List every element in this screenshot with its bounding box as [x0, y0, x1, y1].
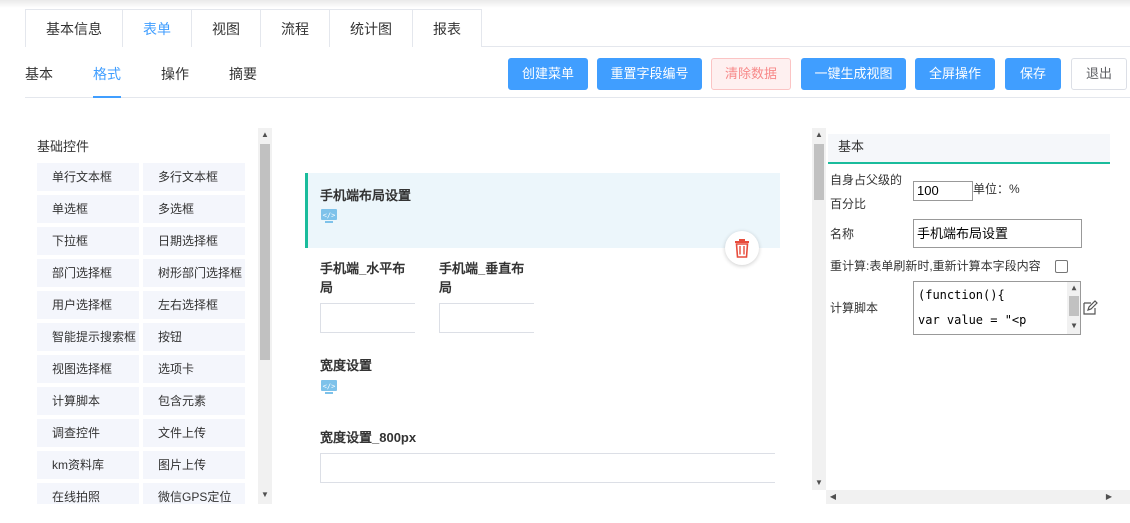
name-input[interactable]: 手机端布局设置	[913, 219, 1082, 248]
scrollbar-thumb[interactable]	[260, 144, 270, 360]
svg-text:</>: </>	[323, 212, 336, 220]
recalc-label: 重计算:表单刷新时,重新计算本字段内容	[830, 259, 1041, 273]
trash-icon	[735, 239, 749, 258]
palette-item[interactable]: 选项卡	[143, 355, 245, 383]
script-line-2: var value = "<p	[918, 313, 1027, 327]
form-canvas: 手机端布局设置 </> 手机端_水平布 局 手机端_垂直布 局 宽度设置 </>…	[290, 128, 805, 504]
clear-data-button[interactable]: 清除数据	[711, 58, 791, 90]
palette-item[interactable]: km资料库	[37, 451, 139, 479]
palette-item[interactable]: 微信GPS定位	[143, 483, 245, 504]
control-palette: 基础控件 单行文本框 多行文本框 单选框 多选框 下拉框 日期选择框 部门选择框…	[25, 128, 273, 504]
scroll-right-arrow-icon[interactable]: ▶	[1102, 490, 1116, 504]
mobile-vertical-input[interactable]	[439, 303, 534, 333]
width-800-label: 宽度设置_800px	[320, 430, 417, 445]
percent-label-line1: 自身占父级的	[830, 173, 903, 187]
palette-item[interactable]: 在线拍照	[37, 483, 139, 504]
palette-title: 基础控件	[37, 139, 90, 154]
tab-flow[interactable]: 流程	[260, 9, 330, 47]
percent-label-line2: 百分比	[830, 197, 867, 211]
scroll-down-arrow-icon[interactable]: ▼	[1067, 320, 1080, 332]
palette-item[interactable]: 智能提示搜索框	[37, 323, 139, 351]
recalc-checkbox[interactable]	[1055, 260, 1068, 273]
palette-item[interactable]: 计算脚本	[37, 387, 139, 415]
top-shadow	[0, 0, 1130, 8]
tab-form[interactable]: 表单	[122, 9, 192, 47]
unit-label: 单位：%	[973, 182, 1020, 196]
reset-field-number-button[interactable]: 重置字段编号	[597, 58, 702, 90]
subtab-operation[interactable]: 操作	[161, 56, 189, 98]
palette-item[interactable]: 部门选择框	[37, 259, 139, 287]
palette-item[interactable]: 包含元素	[143, 387, 245, 415]
fullscreen-button[interactable]: 全屏操作	[915, 58, 995, 90]
palette-item[interactable]: 图片上传	[143, 451, 245, 479]
mobile-horizontal-label-line1: 手机端_水平布	[320, 261, 406, 276]
scroll-up-arrow-icon[interactable]: ▲	[812, 128, 826, 142]
name-label: 名称	[830, 227, 855, 241]
main-tabs: 基本信息 表单 视图 流程 统计图 报表	[25, 9, 1130, 47]
svg-text:</>: </>	[323, 383, 336, 391]
palette-scrollbar[interactable]: ▲ ▼	[258, 128, 272, 504]
properties-panel: 基本 自身占父级的 百分比 100 单位：% 名称 手机端布局设置 重计算:表单…	[812, 128, 1130, 504]
palette-item[interactable]: 调查控件	[37, 419, 139, 447]
script-scrollbar[interactable]: ▲ ▼	[1067, 282, 1080, 334]
mobile-vertical-label-line2: 局	[439, 280, 453, 295]
tab-basic-info[interactable]: 基本信息	[25, 9, 123, 47]
save-button[interactable]: 保存	[1005, 58, 1061, 90]
mobile-horizontal-label-line2: 局	[320, 280, 334, 295]
scroll-down-arrow-icon[interactable]: ▼	[258, 488, 272, 502]
tab-report[interactable]: 报表	[412, 9, 482, 47]
palette-item[interactable]: 视图选择框	[37, 355, 139, 383]
subtab-summary[interactable]: 摘要	[229, 56, 257, 98]
palette-item[interactable]: 下拉框	[37, 227, 139, 255]
script-textarea[interactable]: (function(){ var value = "<p ▲ ▼	[913, 281, 1081, 335]
scrollbar-thumb[interactable]	[1069, 296, 1079, 316]
scrollbar-thumb[interactable]	[814, 144, 824, 200]
mobile-horizontal-input[interactable]	[320, 303, 415, 333]
tab-view[interactable]: 视图	[191, 9, 261, 47]
palette-item[interactable]: 单行文本框	[37, 163, 139, 191]
palette-item[interactable]: 用户选择框	[37, 291, 139, 319]
width-800-input[interactable]	[320, 453, 775, 483]
collapse-handle[interactable]	[0, 285, 4, 295]
subtab-basic[interactable]: 基本	[25, 56, 53, 98]
create-menu-button[interactable]: 创建菜单	[508, 58, 588, 90]
props-horizontal-scrollbar[interactable]: ◀ ▶	[826, 490, 1130, 504]
palette-item[interactable]: 树形部门选择框	[143, 259, 245, 287]
scroll-down-arrow-icon[interactable]: ▼	[812, 476, 826, 490]
width-setting-title: 宽度设置	[320, 358, 373, 373]
palette-item[interactable]: 多行文本框	[143, 163, 245, 191]
edit-icon[interactable]	[1082, 300, 1098, 316]
script-label: 计算脚本	[830, 301, 879, 315]
mobile-vertical-label-line1: 手机端_垂直布	[439, 261, 525, 276]
subtab-format[interactable]: 格式	[93, 56, 121, 98]
tab-chart[interactable]: 统计图	[329, 9, 413, 47]
scroll-up-arrow-icon[interactable]: ▲	[258, 128, 272, 142]
exit-button[interactable]: 退出	[1071, 58, 1127, 90]
palette-item[interactable]: 左右选择框	[143, 291, 245, 319]
scroll-up-arrow-icon[interactable]: ▲	[1067, 282, 1080, 294]
generate-view-button[interactable]: 一键生成视图	[801, 58, 906, 90]
props-header-basic[interactable]: 基本	[828, 134, 1110, 164]
percent-input[interactable]: 100	[913, 181, 973, 201]
palette-item[interactable]: 文件上传	[143, 419, 245, 447]
script-line-1: (function(){	[918, 288, 1005, 302]
desktop-code-icon: </>	[321, 209, 337, 223]
delete-button[interactable]	[725, 231, 759, 265]
props-vertical-scrollbar[interactable]: ▲ ▼	[812, 128, 826, 490]
palette-item[interactable]: 日期选择框	[143, 227, 245, 255]
palette-item[interactable]: 按钮	[143, 323, 245, 351]
palette-item[interactable]: 多选框	[143, 195, 245, 223]
mobile-layout-title: 手机端布局设置	[320, 188, 412, 203]
scroll-left-arrow-icon[interactable]: ◀	[826, 490, 840, 504]
palette-item[interactable]: 单选框	[37, 195, 139, 223]
desktop-code-icon: </>	[321, 380, 337, 394]
